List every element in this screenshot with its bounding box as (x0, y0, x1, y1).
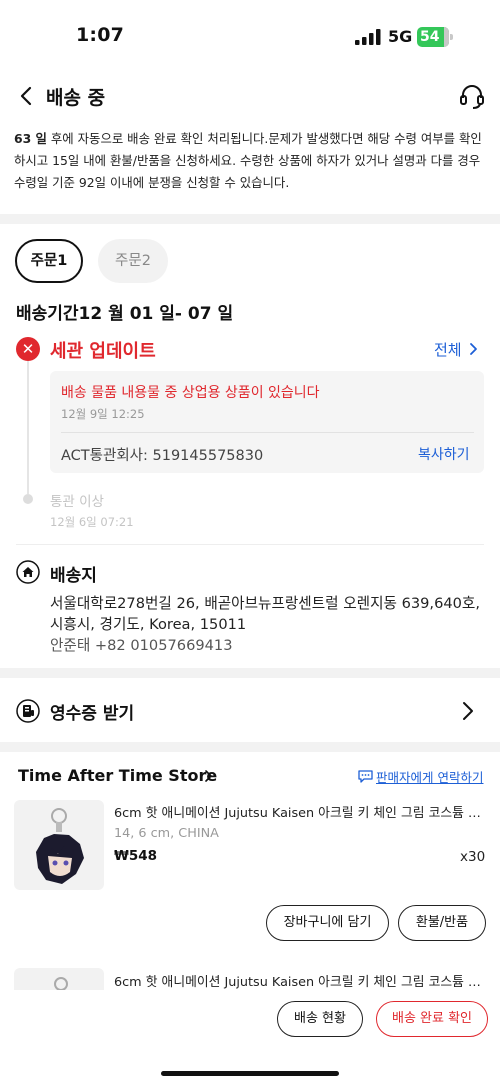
copy-tracking-button[interactable]: 복사하기 (418, 444, 470, 464)
notice-days: 63 일 (14, 131, 47, 146)
divider (16, 544, 484, 545)
previous-status: 통관 이상 (50, 494, 104, 510)
keychain-image (36, 808, 84, 884)
chevron-right-icon[interactable] (204, 770, 212, 782)
timeline-current-title: 세관 업데이트 (50, 341, 156, 362)
tab-order-2[interactable]: 주문2 (98, 239, 168, 283)
chevron-right-icon[interactable] (462, 701, 474, 721)
product-image[interactable] (14, 800, 104, 890)
confirm-delivery-button[interactable]: 배송 완료 확인 (376, 1001, 488, 1037)
product-title[interactable]: 6cm 핫 애니메이션 Jujutsu Kaisen 아크릴 키 체인 그림 코… (114, 802, 486, 821)
product-options: 14, 6 cm, CHINA (114, 826, 219, 841)
notice-text: 후에 자동으로 배송 완료 확인 처리됩니다.문제가 발생했다면 해당 수령 여… (14, 131, 482, 190)
product-price: ₩548 (114, 848, 158, 864)
network-label: 5G (388, 27, 413, 46)
tracking-number: ACT통관회사: 519145575830 (61, 448, 264, 464)
store-name[interactable]: Time After Time Store (18, 766, 217, 785)
receipt-title[interactable]: 영수증 받기 (50, 699, 134, 724)
timeline-dot (23, 494, 33, 504)
customs-message: 배송 물품 내용물 중 상업용 상품이 있습니다 (61, 385, 320, 401)
card-divider (61, 432, 474, 433)
delivery-status-button[interactable]: 배송 현황 (277, 1001, 363, 1037)
customs-date: 12월 9일 12:25 (61, 407, 145, 421)
product-quantity: x30 (460, 849, 486, 865)
battery-level: 54 (420, 29, 440, 45)
product-image[interactable] (14, 968, 104, 990)
signal-icon (355, 29, 381, 45)
status-time: 1:07 (76, 24, 125, 46)
home-indicator (161, 1071, 339, 1076)
receipt-icon (16, 699, 40, 723)
address-title: 배송지 (50, 566, 97, 586)
section-divider (0, 668, 500, 678)
address-line: 서울대학로278번길 26, 배곧아브뉴프랑센트럴 오렌지동 639,640호,… (50, 595, 480, 633)
battery-icon: 54 (417, 27, 453, 47)
previous-date: 12월 6일 07:21 (50, 515, 134, 529)
delivery-period: 배송기간12 월 01 일- 07 일 (16, 304, 234, 324)
chat-icon[interactable] (358, 770, 373, 783)
back-icon[interactable] (16, 84, 36, 108)
headset-icon[interactable] (458, 82, 486, 110)
timeline-line (27, 361, 29, 494)
section-divider (0, 742, 500, 752)
chevron-right-icon[interactable] (468, 342, 478, 356)
address-contact: 안준태 +82 01057669413 (50, 637, 233, 654)
contact-seller-link[interactable]: 판매자에게 연락하기 (376, 767, 483, 786)
error-x-icon: ✕ (16, 337, 40, 361)
refund-return-button[interactable]: 환불/반품 (398, 905, 486, 941)
home-icon (16, 560, 40, 584)
auto-confirm-notice: 63 일 후에 자동으로 배송 완료 확인 처리됩니다.문제가 발생했다면 해당… (14, 128, 488, 194)
tab-order-1[interactable]: 주문1 (15, 239, 83, 283)
section-divider (0, 214, 500, 224)
add-to-cart-button[interactable]: 장바구니에 담기 (266, 905, 389, 941)
page-title: 배송 중 (46, 87, 106, 109)
keychain-image (54, 977, 68, 990)
view-all-link[interactable]: 전체 (434, 339, 462, 360)
product-title[interactable]: 6cm 핫 애니메이션 Jujutsu Kaisen 아크릴 키 체인 그림 코… (114, 971, 486, 990)
